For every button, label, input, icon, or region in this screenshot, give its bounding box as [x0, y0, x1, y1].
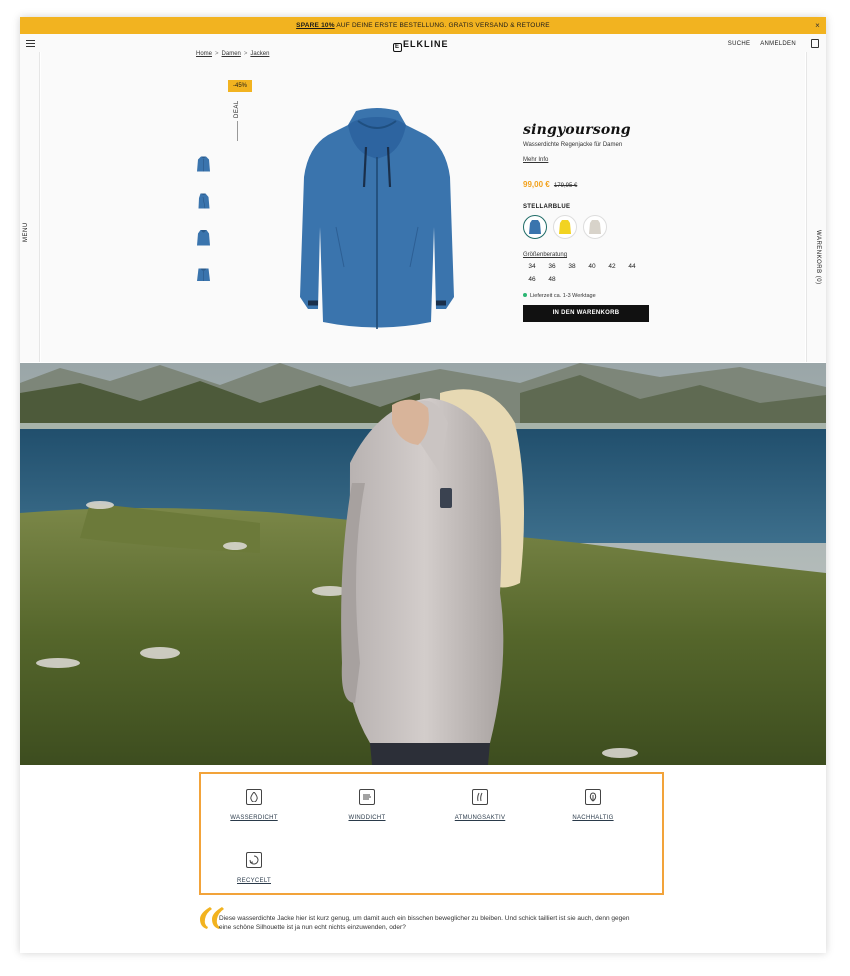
- product-description: Wasserdichte Regenjacke für Damen: [523, 142, 623, 148]
- swatch-grey[interactable]: [583, 215, 607, 239]
- more-info-link[interactable]: Mehr Info: [523, 157, 548, 163]
- site-header: E ELKLINE SUCHE ANMELDEN: [20, 34, 826, 52]
- color-swatches: [523, 215, 663, 239]
- deal-label: DEAL: [234, 100, 240, 118]
- shopping-bag-icon[interactable]: [811, 39, 819, 48]
- breadcrumb-separator: >: [215, 51, 219, 57]
- close-icon[interactable]: ×: [815, 17, 820, 34]
- thumbnail-back[interactable]: [196, 229, 211, 247]
- search-link[interactable]: SUCHE: [728, 41, 751, 47]
- product-name: singyoursong: [523, 122, 631, 138]
- size-option[interactable]: 44: [623, 261, 641, 273]
- hero-image: [20, 363, 826, 765]
- hamburger-menu-icon[interactable]: [26, 40, 35, 47]
- promo-highlight[interactable]: SPARE 10%: [296, 22, 335, 29]
- size-option[interactable]: 42: [603, 261, 621, 273]
- thumbnail-front[interactable]: [196, 155, 211, 173]
- water-drop-icon: [246, 789, 262, 805]
- thumbnail-list: [196, 155, 212, 303]
- feature-waterproof[interactable]: WASSERDICHT: [204, 789, 304, 821]
- add-to-cart-button[interactable]: IN DEN WARENKORB: [523, 305, 649, 322]
- thumbnail-side[interactable]: [196, 192, 211, 210]
- menu-label[interactable]: MENU: [23, 222, 29, 242]
- header-nav: SUCHE ANMELDEN: [720, 41, 796, 47]
- feature-sustainable[interactable]: NACHHALTIG: [543, 789, 643, 821]
- features-box: WASSERDICHT WINDDICHT ATMUNGSAKTIV NACHH…: [199, 772, 664, 895]
- size-option[interactable]: 48: [543, 274, 561, 286]
- promo-banner[interactable]: SPARE 10% AUF DEINE ERSTE BESTELLUNG. GR…: [20, 17, 826, 34]
- feature-label[interactable]: NACHHALTIG: [543, 815, 643, 821]
- size-option[interactable]: 46: [523, 274, 541, 286]
- swatch-stellarblue[interactable]: [523, 215, 547, 239]
- promo-text: AUF DEINE ERSTE BESTELLUNG. GRATIS VERSA…: [334, 22, 550, 29]
- price-current: 99,00 €: [523, 180, 550, 189]
- feature-label[interactable]: WASSERDICHT: [204, 815, 304, 821]
- thumbnail-detail[interactable]: [196, 266, 211, 284]
- quote-text: Diese wasserdichte Jacke hier ist kurz g…: [219, 915, 630, 931]
- product-info: singyoursong Wasserdichte Regenjacke für…: [523, 122, 663, 322]
- recycle-icon: [246, 852, 262, 868]
- feature-label[interactable]: RECYCELT: [204, 878, 304, 884]
- breathable-icon: [472, 789, 488, 805]
- breadcrumb: Home > Damen > Jacken: [196, 51, 269, 57]
- size-option[interactable]: 34: [523, 261, 541, 273]
- swatch-yellow[interactable]: [553, 215, 577, 239]
- delivery-info: Lieferzeit ca. 1-3 Werktage: [523, 293, 663, 299]
- breadcrumb-damen[interactable]: Damen: [222, 51, 241, 57]
- side-menu-rail[interactable]: MENU: [20, 52, 40, 362]
- size-option[interactable]: 40: [583, 261, 601, 273]
- leaf-icon: [585, 789, 601, 805]
- deal-divider: [237, 121, 238, 141]
- feature-breathable[interactable]: ATMUNGSAKTIV: [430, 789, 530, 821]
- feature-recycled[interactable]: RECYCELT: [204, 852, 304, 884]
- price-original: 179,95 €: [553, 183, 578, 189]
- size-option[interactable]: 36: [543, 261, 561, 273]
- size-option[interactable]: 38: [563, 261, 581, 273]
- wind-icon: [359, 789, 375, 805]
- feature-label[interactable]: ATMUNGSAKTIV: [430, 815, 530, 821]
- hero-scene-image: [20, 363, 826, 765]
- feature-label[interactable]: WINDDICHT: [317, 815, 417, 821]
- cart-label[interactable]: WARENKORB (0): [815, 230, 821, 285]
- discount-badge: -45%: [228, 80, 252, 92]
- product-image[interactable]: [296, 107, 458, 335]
- color-name: STELLARBLUE: [523, 204, 571, 210]
- size-selector: 34 36 38 40 42 44 46 48: [523, 261, 643, 287]
- page-frame: SPARE 10% AUF DEINE ERSTE BESTELLUNG. GR…: [20, 17, 826, 953]
- side-cart-rail[interactable]: WARENKORB (0): [806, 52, 826, 362]
- login-link[interactable]: ANMELDEN: [760, 41, 796, 47]
- price: 99,00 € 179,95 €: [523, 180, 663, 189]
- feature-windproof[interactable]: WINDDICHT: [317, 789, 417, 821]
- logo-text: ELKLINE: [403, 39, 449, 49]
- breadcrumb-home[interactable]: Home: [196, 51, 212, 57]
- delivery-text: Lieferzeit ca. 1-3 Werktage: [530, 293, 596, 299]
- breadcrumb-jacken[interactable]: Jacken: [250, 51, 269, 57]
- breadcrumb-separator: >: [243, 51, 248, 57]
- size-guide-link[interactable]: Größenberatung: [523, 252, 663, 258]
- availability-dot-icon: [523, 293, 527, 297]
- brand-logo[interactable]: E ELKLINE: [393, 39, 449, 52]
- logo-mark-icon: E: [393, 43, 402, 52]
